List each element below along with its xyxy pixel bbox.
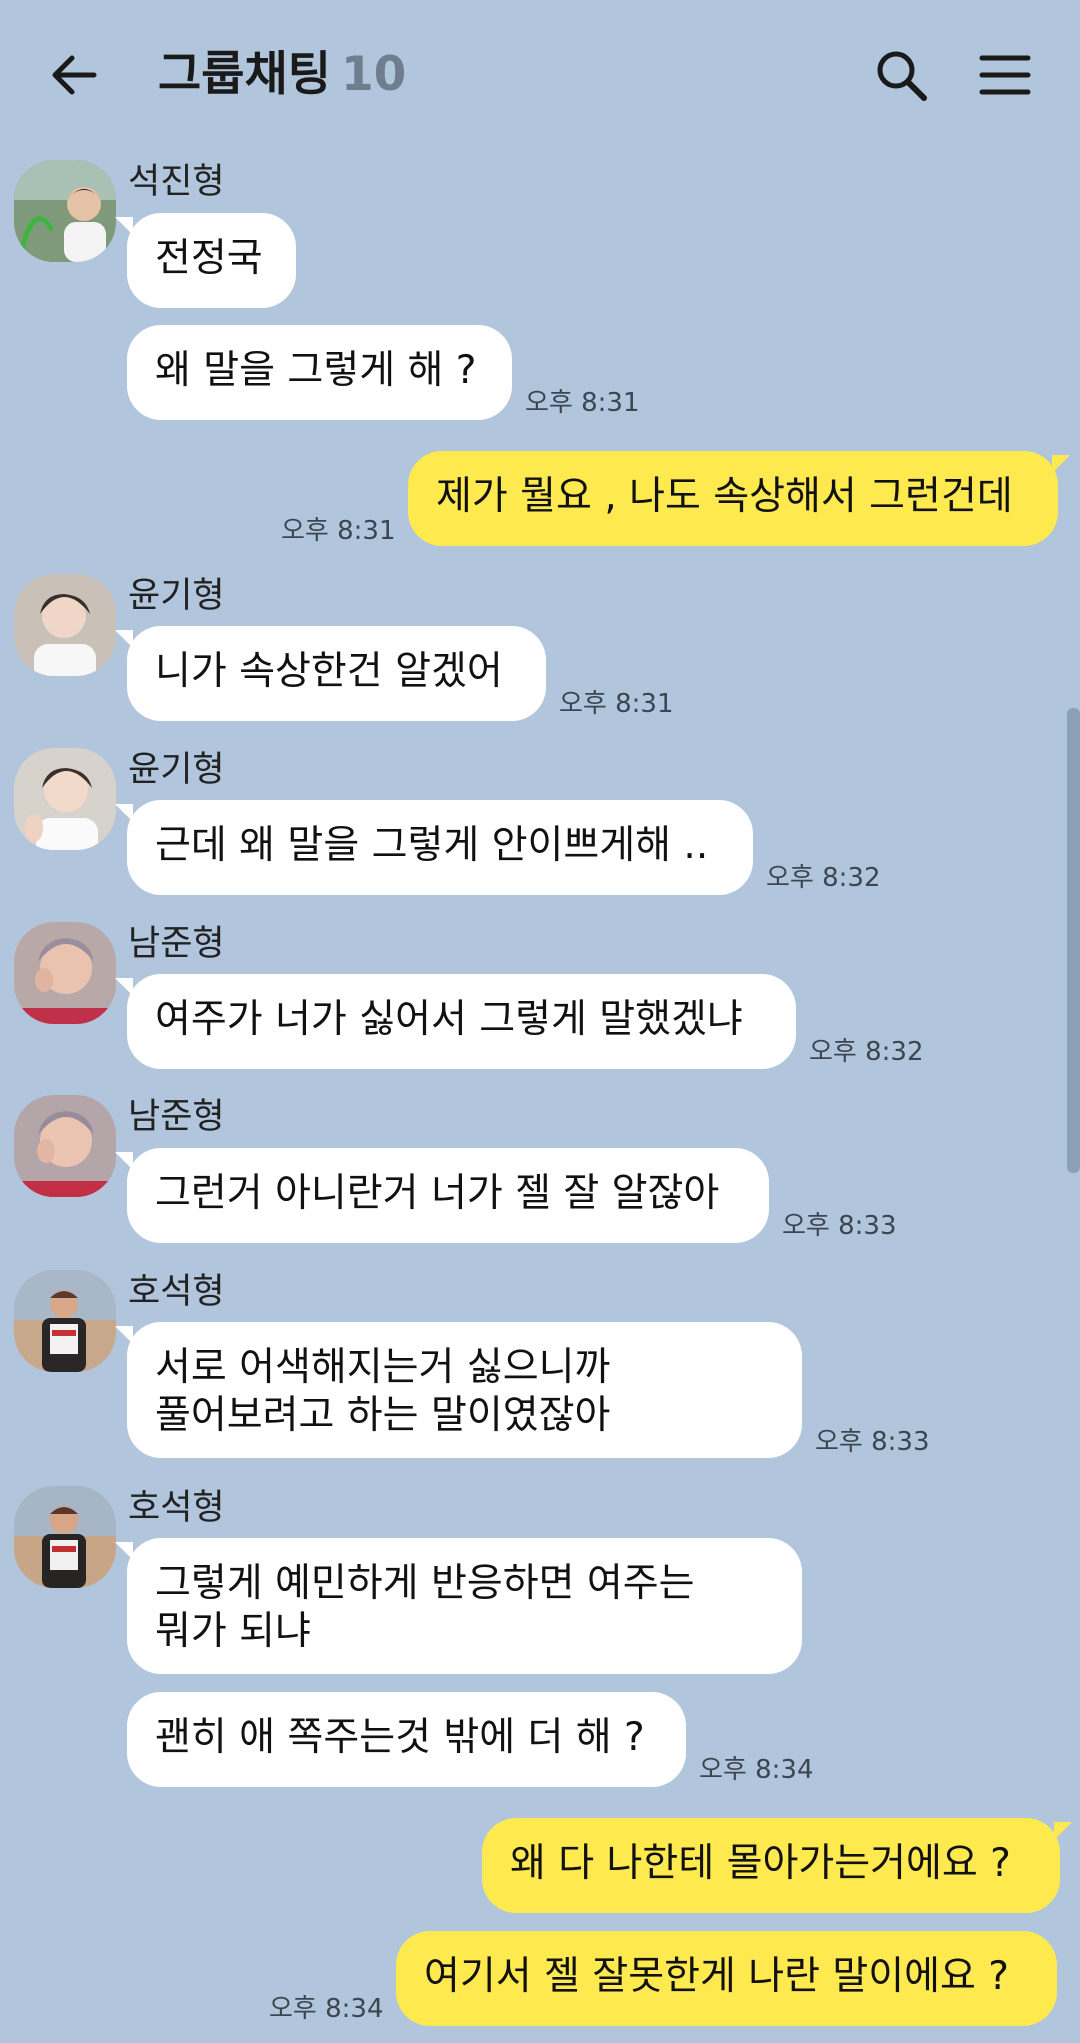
avatar[interactable] <box>14 1486 116 1588</box>
back-arrow-icon <box>52 55 97 95</box>
message-time: 오후 8:31 <box>281 516 396 546</box>
menu-button[interactable] <box>974 44 1036 106</box>
message-time: 오후 8:34 <box>699 1755 814 1785</box>
sender-name: 남준형 <box>128 924 225 964</box>
back-button[interactable] <box>44 44 106 106</box>
message-bubble[interactable]: 그렇게 예민하게 반응하면 여주는 뭐가 되냐 <box>115 1538 802 1674</box>
scrollbar[interactable] <box>1067 708 1080 1173</box>
message-bubble[interactable]: 여주가 너가 싫어서 그렇게 말했겠냐 <box>115 974 796 1069</box>
message-time: 오후 8:33 <box>815 1427 930 1457</box>
message-text-line: 뭐가 되냐 <box>155 1609 311 1654</box>
message-bubble[interactable]: 괜히 애 쪽주는것 밖에 더 해 ? <box>127 1692 686 1787</box>
my-message-bubble[interactable]: 여기서 젤 잘못한게 나란 말이에요 ? <box>396 1931 1057 2026</box>
my-message-bubble[interactable]: 왜 다 나한테 몰아가는거에요 ? <box>482 1818 1072 1913</box>
member-count: 10 <box>340 47 407 102</box>
sender-name: 윤기형 <box>128 576 225 616</box>
message-bubble[interactable]: 근데 왜 말을 그렇게 안이쁘게해 .. <box>115 800 753 895</box>
sender-name: 윤기형 <box>128 750 225 790</box>
sender-name: 호석형 <box>128 1272 225 1312</box>
avatar[interactable] <box>14 922 116 1024</box>
menu-icon <box>979 55 1031 95</box>
message-time: 오후 8:34 <box>269 1994 384 2024</box>
message-text-line: 서로 어색해지는거 싫으니까 <box>155 1345 611 1390</box>
message-time: 오후 8:31 <box>525 388 640 418</box>
message-time: 오후 8:32 <box>809 1037 924 1067</box>
message-time: 오후 8:32 <box>766 863 881 893</box>
search-icon <box>877 51 927 101</box>
sender-name: 남준형 <box>128 1097 225 1137</box>
avatar[interactable] <box>14 1095 116 1197</box>
message-bubble[interactable]: 서로 어색해지는거 싫으니까 풀어보려고 하는 말이였잖아 <box>115 1322 802 1458</box>
message-time: 오후 8:31 <box>559 689 674 719</box>
chat-title-text: 그룹채팅 <box>158 47 331 102</box>
my-message-bubble[interactable]: 제가 뭘요 , 나도 속상해서 그런건데 <box>408 451 1070 546</box>
search-button[interactable] <box>870 44 932 106</box>
message-bubble[interactable]: 니가 속상한건 알겠어 <box>115 626 546 721</box>
chat-title: 그룹채팅 10 <box>158 44 406 106</box>
message-text-line: 풀어보려고 하는 말이였잖아 <box>155 1393 611 1438</box>
avatar[interactable] <box>14 160 116 262</box>
chat-header: 그룹채팅 10 <box>0 0 1080 150</box>
avatar[interactable] <box>14 748 116 850</box>
message-text-line: 그렇게 예민하게 반응하면 여주는 <box>155 1561 695 1606</box>
avatar[interactable] <box>14 574 116 676</box>
message-time: 오후 8:33 <box>782 1211 897 1241</box>
message-bubble[interactable]: 왜 말을 그렇게 해 ? <box>127 325 512 420</box>
sender-name: 석진형 <box>128 162 225 202</box>
avatar[interactable] <box>14 1270 116 1372</box>
message-bubble[interactable]: 전정국 <box>115 213 296 308</box>
sender-name: 호석형 <box>128 1488 225 1528</box>
message-bubble[interactable]: 그런거 아니란거 너가 젤 잘 알잖아 <box>115 1148 769 1243</box>
